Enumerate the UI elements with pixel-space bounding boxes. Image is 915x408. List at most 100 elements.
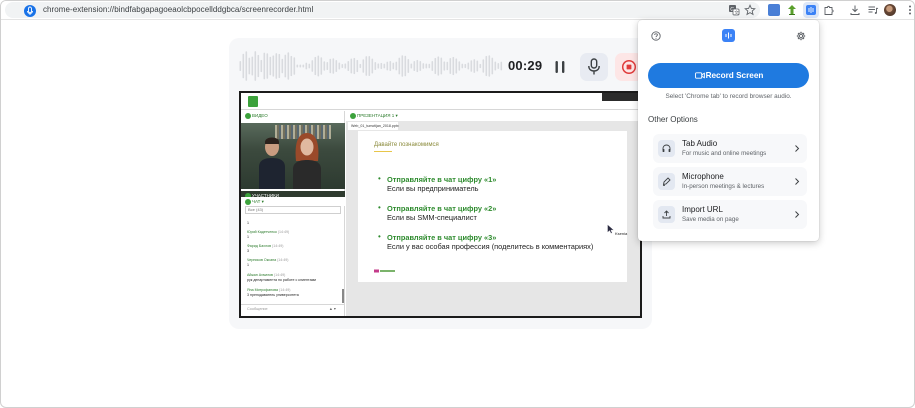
waveform-bar <box>392 62 395 70</box>
waveform-bar <box>476 60 479 72</box>
presentation-file-tab: Web_01_tumotijan_2018.pptx <box>348 122 399 130</box>
waveform-bar <box>395 61 398 71</box>
waveform-bar <box>341 63 344 69</box>
slide-footer-logo <box>374 269 395 273</box>
waveform-bar <box>422 63 425 69</box>
waveform-bar <box>293 57 296 75</box>
waveform-bar <box>248 57 251 75</box>
waveform-bar <box>317 55 320 77</box>
chat-message-input: Сообщение ▲ ▾ <box>241 304 344 314</box>
person-female <box>293 133 321 189</box>
recorder-popup: Record Screen Select 'Chrome tab' to rec… <box>638 20 819 241</box>
waveform-bar <box>377 63 380 69</box>
chat-header: ЧАТ ▾ <box>241 197 345 206</box>
profile-avatar[interactable] <box>884 4 896 16</box>
waveform-bar <box>272 55 275 77</box>
preview-left-panel: ВИДЕО УЧАСТНИКИ ЧАТ ▾ Все (43) 1 Юрий Ка… <box>241 111 345 316</box>
chat-message: Фарид Бахлов (14:49) 3 <box>247 244 284 253</box>
bookmark-star-icon[interactable] <box>744 4 756 16</box>
extensions-puzzle-icon[interactable] <box>823 4 835 16</box>
waveform-bar <box>404 55 407 77</box>
pause-icon[interactable] <box>550 57 570 77</box>
waveform-bar <box>326 62 329 70</box>
slide-title-underline <box>374 151 392 152</box>
waveform-bar <box>269 56 272 76</box>
waveform-bar <box>263 52 266 80</box>
chat-scrollbar <box>342 289 344 303</box>
waveform-bar <box>314 56 317 76</box>
waveform-bar <box>338 62 341 70</box>
microphone-button[interactable] <box>580 53 608 81</box>
waveform-bar <box>362 59 365 73</box>
waveform-bar <box>266 53 269 79</box>
waveform-bar <box>275 53 278 79</box>
waveform-bar <box>497 63 500 69</box>
waveform-bar <box>449 58 452 74</box>
waveform-bar <box>278 53 281 79</box>
download-icon[interactable] <box>849 4 861 16</box>
waveform-bar <box>353 57 356 75</box>
waveform-bar <box>491 57 494 75</box>
waveform-bar <box>332 58 335 74</box>
waveform-bar <box>356 59 359 73</box>
record-screen-button[interactable]: Record Screen <box>648 63 809 88</box>
waveform-bar <box>464 63 467 69</box>
waveform-bar <box>251 56 254 76</box>
waveform-bar <box>302 64 305 68</box>
microphone-icon <box>588 58 600 75</box>
waveform-bar <box>323 61 326 71</box>
waveform-bar <box>434 57 437 75</box>
address-bar[interactable]: chrome-extension://bindfabgapagoeaolcbpo… <box>5 2 760 18</box>
waveform-bar <box>374 61 377 71</box>
media-queue-icon[interactable] <box>867 4 879 16</box>
option-import-url[interactable]: Import URL Save media on page <box>653 200 807 229</box>
waveform-bar <box>350 58 353 74</box>
slide-bullet: • Отправляйте в чат цифру «3» Если у вас… <box>378 232 594 252</box>
screen-preview: ВИДЕО УЧАСТНИКИ ЧАТ ▾ Все (43) 1 Юрий Ка… <box>239 91 642 318</box>
waveform-bar <box>305 62 308 70</box>
translate-icon[interactable]: G文 <box>728 4 740 16</box>
waveform-bar <box>242 53 245 79</box>
upload-icon <box>658 206 675 223</box>
waveform-bar <box>494 61 497 71</box>
presentation-header: ПРЕЗЕНТАЦИЯ 1 ▾ <box>346 111 640 121</box>
pen-microphone-icon <box>658 173 675 190</box>
waveform-bar <box>389 60 392 72</box>
url-text[interactable]: chrome-extension://bindfabgapagoeaolcbpo… <box>43 5 313 14</box>
extension-green-icon[interactable] <box>786 4 798 16</box>
cursor-label: Ksenia <box>615 231 628 236</box>
waveform-bar <box>440 57 443 75</box>
chat-message: Яна Митрофанова (14:49) 3 преподаватель у… <box>247 288 299 297</box>
waveform-bar <box>386 61 389 71</box>
video-camera-icon <box>695 72 705 79</box>
option-microphone[interactable]: Microphone In-person meetings & lectures <box>653 167 807 196</box>
waveform-bar <box>371 58 374 74</box>
waveform-bar <box>239 61 242 71</box>
waveform-bar <box>485 55 488 77</box>
option-tab-audio[interactable]: Tab Audio For music and online meetings <box>653 134 807 163</box>
extension-icon[interactable] <box>24 5 36 17</box>
other-options-title: Other Options <box>648 115 698 124</box>
recorder-logo-icon <box>722 29 735 42</box>
waveform-bar <box>359 63 362 69</box>
extension-blue-icon[interactable] <box>768 4 780 16</box>
waveform-bar <box>329 58 332 74</box>
preview-window-controls <box>602 93 640 101</box>
waveform-bar <box>290 55 293 77</box>
chat-filter: Все (43) <box>245 206 341 214</box>
waveform-bar <box>446 61 449 71</box>
record-hint: Select 'Chrome tab' to record browser au… <box>665 93 792 100</box>
waveform-bar <box>410 63 413 69</box>
waveform-bar <box>260 59 263 73</box>
waveform-bar <box>320 57 323 75</box>
help-circle-icon[interactable] <box>651 31 661 41</box>
more-menu-icon[interactable] <box>904 4 915 16</box>
extension-recorder-active[interactable] <box>803 2 819 18</box>
preview-app-bar <box>241 93 640 110</box>
gear-icon[interactable] <box>796 31 806 41</box>
waveform-bar <box>500 61 503 71</box>
waveform-bar <box>482 59 485 73</box>
waveform-bar <box>458 61 461 71</box>
waveform-bar <box>437 56 440 76</box>
chat-message: Айжан Ахматов (14:49) рук департамента по… <box>247 273 317 282</box>
